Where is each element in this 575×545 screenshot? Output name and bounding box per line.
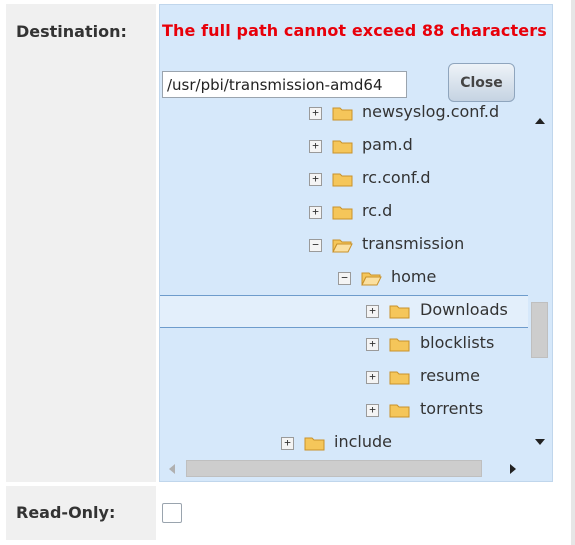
folder-open-icon: [332, 239, 353, 253]
tree-item-rc-d[interactable]: + rc.d: [160, 196, 528, 229]
read-only-label-cell: Read-Only:: [6, 486, 156, 540]
vertical-scrollbar[interactable]: [528, 108, 552, 452]
folder-icon: [389, 305, 410, 319]
expand-icon[interactable]: +: [366, 371, 379, 384]
folder-icon: [332, 107, 353, 121]
expand-icon[interactable]: +: [281, 437, 294, 450]
tree-item-label: rc.conf.d: [362, 168, 431, 187]
tree-item-label: torrents: [420, 399, 484, 418]
expand-icon[interactable]: +: [309, 206, 322, 219]
expand-icon[interactable]: +: [366, 338, 379, 351]
page-edge: [571, 0, 575, 545]
destination-label: Destination:: [16, 22, 127, 41]
vertical-scroll-thumb[interactable]: [531, 302, 548, 358]
destination-label-cell: Destination:: [6, 4, 156, 482]
folder-icon: [389, 371, 410, 385]
destination-browser: The full path cannot exceed 88 character…: [159, 4, 553, 482]
scroll-down-arrow-icon[interactable]: [535, 439, 545, 445]
folder-tree[interactable]: + newsyslog.conf.d + pam.d + rc.conf.d +…: [160, 98, 528, 460]
read-only-label: Read-Only:: [16, 503, 116, 522]
tree-item-label: transmission: [362, 234, 465, 253]
tree-item-label: Downloads: [420, 300, 508, 319]
tree-item-downloads[interactable]: + Downloads: [160, 295, 528, 328]
path-input[interactable]: [162, 71, 407, 98]
folder-icon: [389, 404, 410, 418]
folder-icon: [389, 338, 410, 352]
collapse-icon[interactable]: −: [309, 239, 322, 252]
scroll-up-arrow-icon[interactable]: [535, 118, 545, 124]
horizontal-scrollbar[interactable]: [160, 456, 528, 481]
close-button[interactable]: Close: [448, 63, 515, 102]
tree-item-pam-d[interactable]: + pam.d: [160, 130, 528, 163]
folder-open-icon: [361, 272, 382, 286]
read-only-checkbox[interactable]: [162, 503, 182, 523]
tree-item-resume[interactable]: + resume: [160, 361, 528, 394]
expand-icon[interactable]: +: [366, 404, 379, 417]
collapse-icon[interactable]: −: [338, 272, 351, 285]
tree-item-label: home: [391, 267, 437, 286]
tree-item-blocklists[interactable]: + blocklists: [160, 328, 528, 361]
folder-icon: [332, 173, 353, 187]
horizontal-scroll-thumb[interactable]: [186, 460, 482, 477]
scroll-left-arrow-icon[interactable]: [169, 464, 175, 474]
tree-item-home[interactable]: − home: [160, 262, 528, 295]
tree-item-label: blocklists: [420, 333, 495, 352]
tree-item-newsyslog[interactable]: + newsyslog.conf.d: [160, 98, 528, 130]
folder-icon: [332, 140, 353, 154]
tree-item-label: resume: [420, 366, 480, 385]
folder-icon: [332, 206, 353, 220]
expand-icon[interactable]: +: [366, 305, 379, 318]
tree-item-rc-conf-d[interactable]: + rc.conf.d: [160, 163, 528, 196]
folder-icon: [304, 437, 325, 451]
expand-icon[interactable]: +: [309, 173, 322, 186]
expand-icon[interactable]: +: [309, 140, 322, 153]
expand-icon[interactable]: +: [309, 107, 322, 120]
tree-item-label: rc.d: [362, 201, 393, 220]
scroll-right-arrow-icon[interactable]: [510, 464, 516, 474]
tree-item-label: pam.d: [362, 135, 413, 154]
tree-item-label: include: [334, 432, 392, 451]
tree-item-torrents[interactable]: + torrents: [160, 394, 528, 427]
tree-item-label: newsyslog.conf.d: [362, 102, 500, 121]
error-message: The full path cannot exceed 88 character…: [162, 21, 547, 40]
tree-item-transmission[interactable]: − transmission: [160, 229, 528, 262]
